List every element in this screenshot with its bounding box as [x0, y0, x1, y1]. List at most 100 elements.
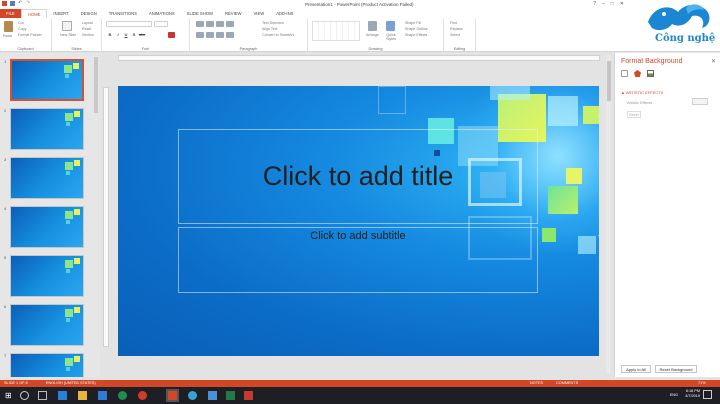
align-left-icon[interactable] — [196, 32, 204, 38]
reset-button[interactable]: Reset — [82, 27, 91, 31]
access-taskbar-icon[interactable] — [244, 391, 253, 400]
thumbnail-row[interactable]: 7 — [0, 353, 100, 377]
picture-icon[interactable] — [647, 70, 654, 77]
slide-thumbnail[interactable] — [10, 108, 84, 150]
numbering-icon[interactable] — [206, 21, 214, 27]
tab-home[interactable]: HOME — [20, 8, 48, 19]
slide-thumbnail[interactable] — [10, 353, 84, 377]
excel-taskbar-icon[interactable] — [226, 391, 235, 400]
align-center-icon[interactable] — [206, 32, 214, 38]
bold-button[interactable]: B — [106, 32, 114, 38]
opera-browser-icon[interactable] — [138, 391, 147, 400]
slide-thumbnail[interactable] — [10, 157, 84, 199]
fill-bucket-icon[interactable] — [621, 70, 628, 77]
font-color-icon[interactable] — [168, 32, 175, 38]
app-taskbar-icon[interactable] — [208, 391, 217, 400]
title-placeholder[interactable]: Click to add title — [178, 129, 538, 224]
section-button[interactable]: Section — [82, 33, 94, 37]
justify-icon[interactable] — [226, 32, 234, 38]
minimize-button[interactable]: – — [602, 1, 605, 7]
tab-view[interactable]: VIEW — [247, 9, 270, 18]
chrome-browser-icon[interactable] — [118, 391, 127, 400]
slide-thumbnail[interactable] — [10, 255, 84, 297]
cut-button[interactable]: Cut — [18, 21, 24, 25]
find-button[interactable]: Find — [450, 21, 457, 25]
select-button[interactable]: Select — [450, 33, 460, 37]
subtitle-placeholder[interactable]: Click to add subtitle — [178, 227, 538, 293]
search-icon[interactable] — [20, 391, 29, 400]
apply-to-all-button[interactable]: Apply to All — [621, 365, 651, 373]
slide-thumbnail[interactable] — [10, 304, 84, 346]
tab-insert[interactable]: INSERT — [47, 9, 74, 18]
replace-button[interactable]: Replace — [450, 27, 463, 31]
quick-styles-icon[interactable] — [386, 21, 395, 31]
edge-browser-icon[interactable] — [58, 391, 67, 400]
save-icon[interactable] — [10, 1, 15, 6]
tab-slide-show[interactable]: SLIDE SHOW — [181, 9, 219, 18]
align-text-button[interactable]: Align Text — [262, 27, 278, 31]
arrange-icon[interactable] — [368, 21, 377, 31]
artistic-effects-reset-button[interactable]: Reset — [627, 111, 641, 118]
zoom-level[interactable]: 71% — [698, 381, 706, 385]
effects-pentagon-icon[interactable] — [634, 70, 641, 77]
thumbnail-row[interactable]: 1 — [0, 59, 100, 105]
format-painter-button[interactable]: Format Painter — [18, 33, 42, 37]
powerpoint-taskbar-icon[interactable] — [166, 389, 179, 402]
system-clock[interactable]: 6:18 PM 4/7/2019 — [685, 389, 700, 399]
notifications-icon[interactable] — [703, 390, 712, 399]
copy-button[interactable]: Copy — [18, 27, 26, 31]
windows-start-icon[interactable]: ⊞ — [5, 391, 14, 400]
layout-button[interactable]: Layout — [82, 21, 93, 25]
tab-design[interactable]: DESIGN — [75, 9, 103, 18]
increase-indent-icon[interactable] — [226, 21, 234, 27]
language-indicator[interactable]: ENGLISH (UNITED STATES) — [46, 381, 96, 385]
shadow-button[interactable]: S — [130, 32, 138, 38]
tab-animations[interactable]: ANIMATIONS — [143, 9, 181, 18]
bullets-icon[interactable] — [196, 21, 204, 27]
undo-icon[interactable]: ↶ — [18, 1, 23, 6]
close-button[interactable]: ✕ — [620, 1, 624, 7]
shape-fill-button[interactable]: Shape Fill — [405, 21, 421, 25]
editor-scrollbar[interactable] — [606, 55, 611, 373]
slide-thumbnail[interactable] — [10, 59, 84, 101]
thumbnail-row[interactable]: 3 — [0, 157, 100, 203]
shapes-gallery[interactable] — [312, 21, 360, 41]
align-right-icon[interactable] — [216, 32, 224, 38]
scrollbar-thumb[interactable] — [94, 57, 98, 113]
shape-effects-button[interactable]: Shape Effects — [405, 33, 427, 37]
reset-background-button[interactable]: Reset Background — [655, 365, 697, 373]
font-size-select[interactable] — [154, 21, 168, 27]
help-button[interactable]: ? — [593, 1, 596, 7]
tab-transitions[interactable]: TRANSITIONS — [103, 9, 143, 18]
redo-icon[interactable]: ↷ — [26, 1, 31, 6]
underline-button[interactable]: U — [122, 32, 130, 38]
strikethrough-button[interactable]: abc — [138, 32, 146, 38]
input-language[interactable]: ENG — [670, 393, 678, 397]
thumbnail-row[interactable]: 5 — [0, 255, 100, 301]
convert-smartart-button[interactable]: Convert to SmartArt — [262, 33, 294, 37]
comments-button[interactable]: COMMENTS — [556, 381, 578, 385]
powerpoint-app-icon[interactable] — [2, 1, 7, 6]
shape-outline-button[interactable]: Shape Outline — [405, 27, 428, 31]
artistic-effects-section-header[interactable]: ▲ ARTISTIC EFFECTS — [621, 90, 663, 95]
notes-button[interactable]: NOTES — [530, 381, 543, 385]
thumbnail-row[interactable]: 4 — [0, 206, 100, 252]
slide-thumbnail[interactable] — [10, 206, 84, 248]
file-explorer-icon[interactable] — [78, 391, 87, 400]
task-view-icon[interactable] — [38, 391, 47, 400]
tab-file[interactable]: FILE — [0, 9, 21, 18]
tab-review[interactable]: REVIEW — [219, 9, 248, 18]
new-slide-icon[interactable] — [62, 21, 72, 31]
artistic-effects-dropdown[interactable] — [692, 98, 708, 105]
font-name-select[interactable] — [106, 21, 152, 27]
decrease-indent-icon[interactable] — [216, 21, 224, 27]
arrange-button[interactable]: Arrange — [366, 33, 379, 37]
pane-close-icon[interactable]: ✕ — [711, 58, 716, 65]
text-direction-button[interactable]: Text Direction — [262, 21, 284, 25]
thumbnail-row[interactable]: 6 — [0, 304, 100, 350]
paste-icon[interactable] — [4, 21, 13, 32]
maximize-button[interactable]: □ — [611, 1, 614, 7]
subtitle-placeholder-text[interactable]: Click to add subtitle — [179, 230, 537, 242]
paste-button[interactable]: Paste — [3, 34, 12, 38]
app-taskbar-icon[interactable] — [188, 391, 197, 400]
